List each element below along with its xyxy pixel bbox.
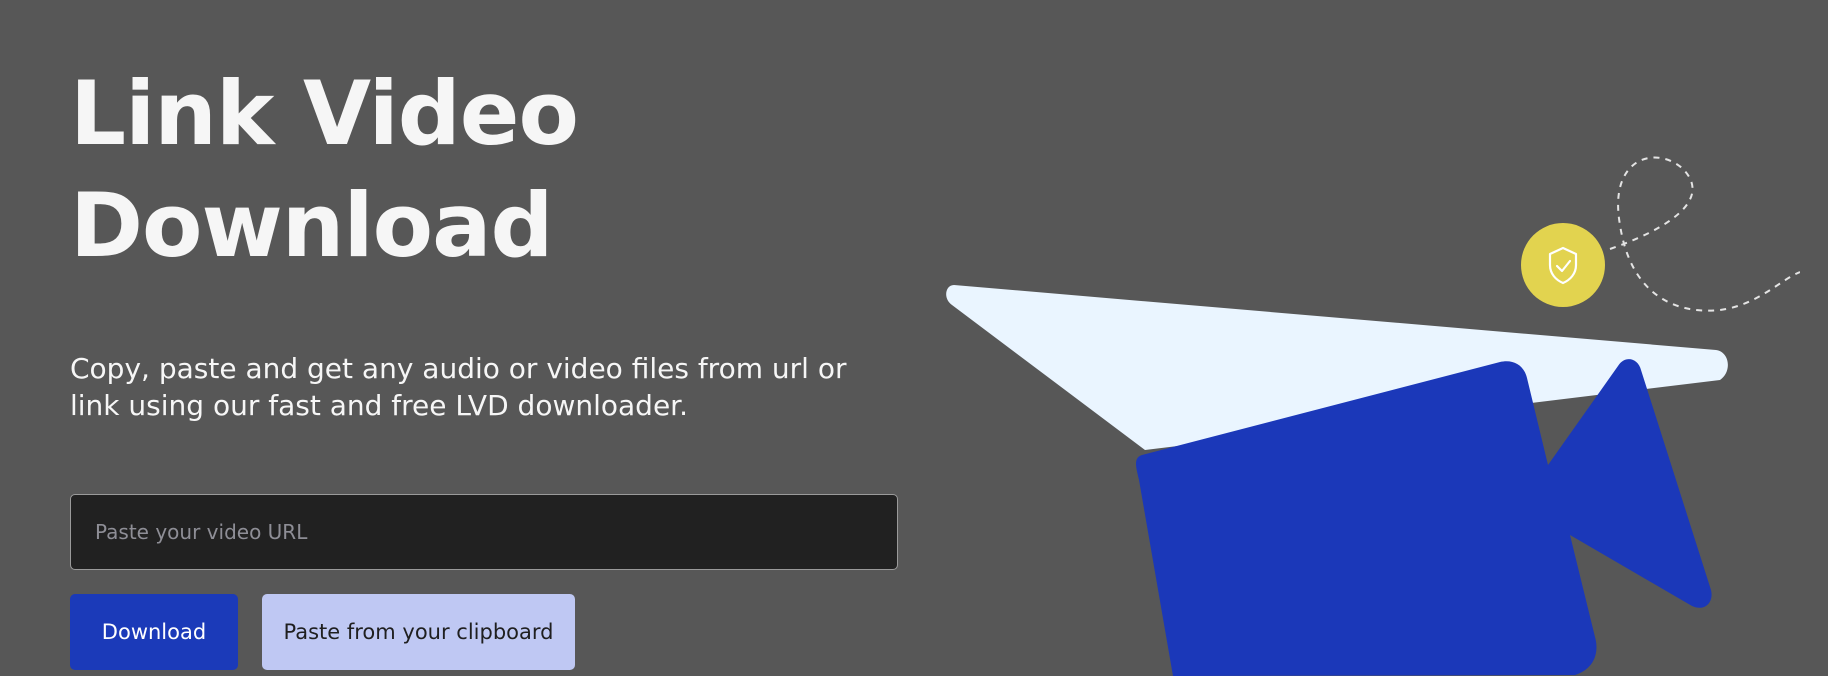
paste-clipboard-button[interactable]: Paste from your clipboard xyxy=(262,594,575,670)
dashed-trail xyxy=(1609,156,1800,312)
video-url-input[interactable] xyxy=(70,494,898,570)
download-button[interactable]: Download xyxy=(70,594,238,670)
hero-illustration xyxy=(946,156,1800,676)
page-subtitle: Copy, paste and get any audio or video f… xyxy=(70,352,847,422)
page-title: Link Video Download xyxy=(70,62,579,277)
shield-check-icon xyxy=(1521,223,1605,307)
